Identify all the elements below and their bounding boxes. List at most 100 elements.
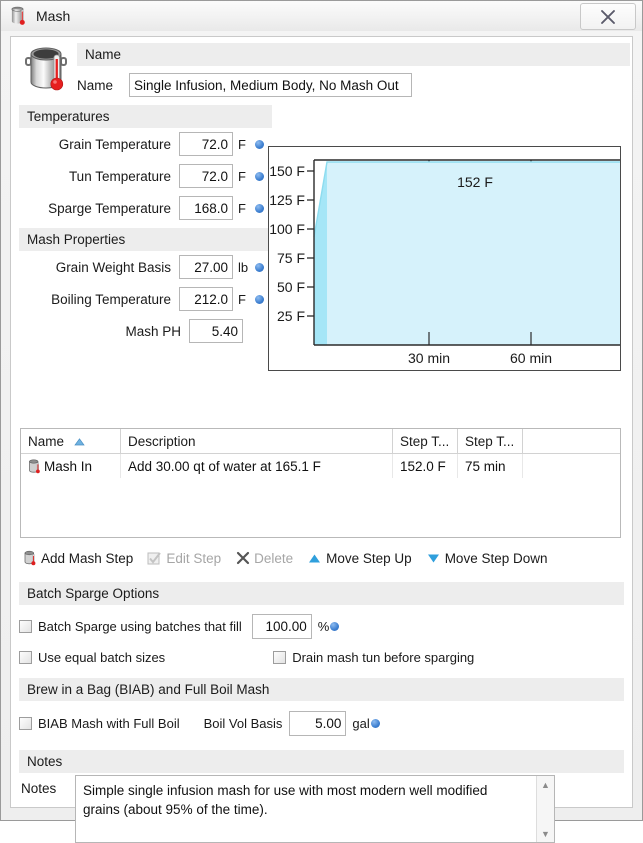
scroll-down-icon[interactable]: ▼ xyxy=(537,825,554,842)
chart-ytick-label: 75 F xyxy=(277,250,305,266)
temperatures-band-title: Temperatures xyxy=(19,105,272,128)
mash-tun-thermometer-icon xyxy=(10,6,28,26)
drain-mash-tun-label: Drain mash tun before sparging xyxy=(292,650,475,665)
batch-sparge-fill-label: Batch Sparge using batches that fill xyxy=(38,619,242,634)
sort-ascending-icon xyxy=(74,434,85,449)
sparge-temperature-row: Sparge Temperature F xyxy=(19,192,264,224)
cell-spacer xyxy=(523,454,620,478)
edit-check-icon xyxy=(146,550,163,567)
boiling-temperature-unit: F xyxy=(238,291,246,307)
name-label: Name xyxy=(77,77,114,93)
table-row[interactable]: Mash In Add 30.00 qt of water at 165.1 F… xyxy=(21,454,620,478)
x-delete-icon xyxy=(234,550,251,567)
grain-weight-basis-row: Grain Weight Basis lb xyxy=(19,251,264,283)
chart-ytick-label: 125 F xyxy=(269,192,305,208)
batch-sparge-options-row: Use equal batch sizes Drain mash tun bef… xyxy=(19,650,624,665)
triangle-up-icon xyxy=(306,550,323,567)
column-header-step-temp[interactable]: Step T... xyxy=(393,429,458,453)
chart-ytick-label: 50 F xyxy=(277,279,305,295)
boil-vol-basis-input[interactable] xyxy=(289,711,347,736)
tun-temperature-unit: F xyxy=(238,168,246,184)
name-input[interactable] xyxy=(129,73,412,97)
delete-step-button[interactable]: Delete xyxy=(234,550,293,567)
tun-temperature-label: Tun Temperature xyxy=(68,168,171,184)
notes-label: Notes xyxy=(21,781,57,796)
add-mash-step-button[interactable]: Add Mash Step xyxy=(21,550,133,567)
boil-vol-basis-unit: gal xyxy=(352,716,370,731)
delete-step-label: Delete xyxy=(254,550,294,566)
grain-temperature-input[interactable] xyxy=(179,132,233,156)
table-header-row: Name Description Step T... Step T... xyxy=(21,429,620,454)
info-dot-icon[interactable] xyxy=(255,294,264,304)
chart-ytick-label: 100 F xyxy=(269,221,305,237)
batch-sparge-band-title: Batch Sparge Options xyxy=(19,582,624,605)
info-dot-icon[interactable] xyxy=(370,719,380,728)
column-header-name[interactable]: Name xyxy=(21,429,121,453)
batch-sparge-fill-checkbox[interactable] xyxy=(19,620,32,633)
move-step-down-label: Move Step Down xyxy=(444,550,548,566)
notes-textarea-wrapper[interactable]: Simple single infusion mash for use with… xyxy=(75,775,555,843)
info-dot-icon[interactable] xyxy=(255,171,264,181)
column-header-description[interactable]: Description xyxy=(121,429,393,453)
info-dot-icon[interactable] xyxy=(255,203,264,213)
chart-ytick-label: 25 F xyxy=(277,308,305,324)
sparge-temperature-input[interactable] xyxy=(179,196,233,220)
window-title: Mash xyxy=(36,8,71,24)
notes-field-row: Notes Simple single infusion mash for us… xyxy=(21,775,555,843)
name-field-row: Name xyxy=(77,73,412,97)
chart-xtick-label: 30 min xyxy=(408,350,450,366)
column-header-spacer xyxy=(523,429,620,453)
title-bar: Mash xyxy=(1,1,642,31)
boil-vol-basis-label: Boil Vol Basis xyxy=(203,716,283,731)
notes-band-title: Notes xyxy=(19,750,624,773)
move-step-up-button[interactable]: Move Step Up xyxy=(306,550,412,567)
notes-section: Notes xyxy=(19,750,624,773)
edit-step-label: Edit Step xyxy=(166,550,222,566)
biab-full-boil-checkbox[interactable] xyxy=(19,717,32,730)
chart-ramp-area xyxy=(314,162,327,345)
biab-full-boil-label: BIAB Mash with Full Boil xyxy=(38,716,180,731)
info-dot-icon[interactable] xyxy=(255,262,264,272)
edit-step-button[interactable]: Edit Step xyxy=(146,550,221,567)
drain-mash-tun-checkbox[interactable] xyxy=(273,651,287,664)
mash-ph-label: Mash PH xyxy=(125,323,181,339)
dialog-body-panel: Name Name Temperatures Grain Temperature… xyxy=(10,36,633,843)
chart-annotation-label: 152 F xyxy=(457,174,493,190)
cell-step-temperature: 152.0 F xyxy=(393,454,458,478)
mash-tun-thermometer-large-icon xyxy=(24,42,76,94)
cell-step-name-label: Mash In xyxy=(44,458,93,474)
boiling-temperature-label: Boiling Temperature xyxy=(51,291,171,307)
grain-weight-basis-label: Grain Weight Basis xyxy=(55,259,171,275)
grain-weight-basis-input[interactable] xyxy=(179,255,233,279)
grain-temperature-unit: F xyxy=(238,136,246,152)
mash-ph-input[interactable] xyxy=(189,319,243,343)
mash-profile-chart-svg: 150 F 125 F 100 F 75 F 50 F 25 F 30 min … xyxy=(269,159,620,366)
column-header-name-label: Name xyxy=(28,433,65,449)
chart-xtick-label: 60 min xyxy=(510,350,552,366)
mash-properties-band-title: Mash Properties xyxy=(19,228,272,251)
batch-sparge-fill-row: Batch Sparge using batches that fill % xyxy=(19,614,624,639)
mash-step-toolbar: Add Mash Step Edit Step Delete Move Step… xyxy=(21,546,561,570)
cell-step-description: Add 30.00 qt of water at 165.1 F xyxy=(121,454,393,478)
mash-tun-icon xyxy=(28,458,41,474)
notes-scrollbar[interactable]: ▲ ▼ xyxy=(536,776,554,842)
grain-temperature-row: Grain Temperature F xyxy=(19,128,264,160)
notes-text[interactable]: Simple single infusion mash for use with… xyxy=(76,776,530,824)
info-dot-icon[interactable] xyxy=(255,139,264,149)
column-header-step-time[interactable]: Step T... xyxy=(458,429,523,453)
boiling-temperature-row: Boiling Temperature F xyxy=(19,283,264,315)
boiling-temperature-input[interactable] xyxy=(179,287,233,311)
info-dot-icon[interactable] xyxy=(330,622,340,631)
mash-dialog-window: Mash Name Name Single Infusion, Medium B… xyxy=(0,0,643,843)
mash-steps-table[interactable]: Name Description Step T... Step T... Mas… xyxy=(20,428,621,538)
use-equal-batch-sizes-checkbox[interactable] xyxy=(19,651,32,664)
move-step-down-button[interactable]: Move Step Down xyxy=(425,550,548,567)
tun-temperature-input[interactable] xyxy=(179,164,233,188)
biab-row: BIAB Mash with Full Boil Boil Vol Basis … xyxy=(19,711,624,736)
batch-sparge-fill-unit: % xyxy=(317,619,330,634)
batch-sparge-fill-input[interactable] xyxy=(251,614,312,639)
scroll-up-icon[interactable]: ▲ xyxy=(537,776,554,793)
chart-ytick-label: 150 F xyxy=(269,163,305,179)
triangle-down-icon xyxy=(425,550,442,567)
close-button[interactable] xyxy=(580,3,636,30)
